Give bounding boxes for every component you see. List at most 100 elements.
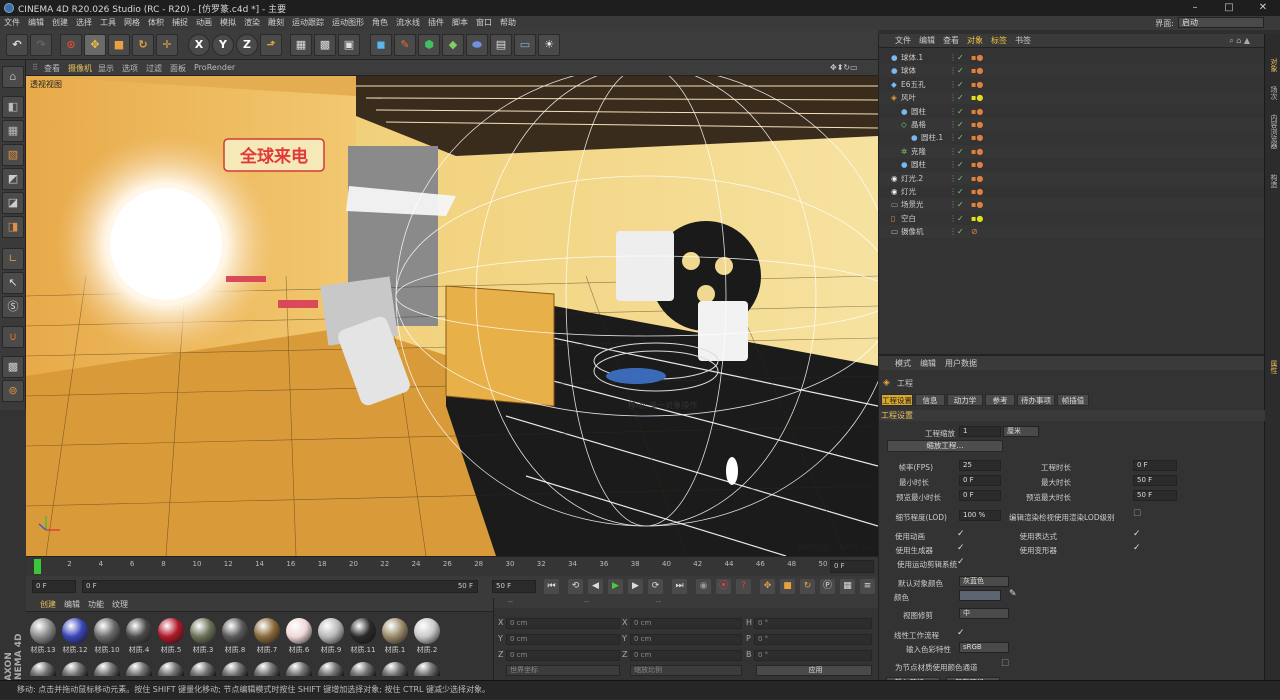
object-name[interactable]: 灯光 — [901, 185, 916, 198]
object-name[interactable]: 摄像机 — [901, 225, 924, 238]
y-axis-icon[interactable]: Y — [212, 34, 234, 56]
editor-visibility-dots-icon[interactable]: ⋮ — [949, 64, 957, 77]
tab-reference[interactable]: 参考 — [985, 394, 1015, 406]
object-name[interactable]: 圆柱.1 — [921, 131, 943, 144]
menu-mesh[interactable]: 网格 — [120, 16, 144, 30]
menu-simulate[interactable]: 模拟 — [216, 16, 240, 30]
menu-file[interactable]: 文件 — [0, 16, 24, 30]
render-settings-icon[interactable]: ▣ — [338, 34, 360, 56]
material-item[interactable]: 材质.5 — [156, 616, 186, 656]
start-frame-field[interactable]: 0 F — [32, 580, 76, 593]
undo-icon[interactable]: ↶ — [6, 34, 28, 56]
object-tag-icon[interactable]: ▪● — [971, 105, 983, 118]
key-param-icon[interactable]: Ⓟ — [820, 579, 835, 594]
pos-y-field[interactable]: 0 cm — [506, 634, 620, 645]
tab-info[interactable]: 信息 — [915, 394, 945, 406]
rotate-icon[interactable]: ↻ — [132, 34, 154, 56]
object-menu-view[interactable]: 查看 — [943, 35, 959, 46]
pos-x-field[interactable]: 0 cm — [506, 618, 620, 629]
material-item[interactable]: 材质.3 — [188, 616, 218, 656]
editor-visibility-dots-icon[interactable]: ⋮ — [949, 78, 957, 91]
menu-select[interactable]: 选择 — [72, 16, 96, 30]
material-item[interactable]: 材质.4 — [124, 616, 154, 656]
lock-workplane-icon[interactable]: ▩ — [2, 356, 24, 378]
object-row[interactable]: ● 圆柱 ⋮ ✓ ▪● — [879, 105, 1265, 118]
default-object-color-select[interactable]: 灰蓝色 — [959, 576, 1009, 587]
x-axis-icon[interactable]: X — [188, 34, 210, 56]
material-item[interactable]: 材质.8 — [220, 616, 250, 656]
play-icon[interactable]: ▶ — [608, 579, 623, 594]
object-tag-icon[interactable]: ▪● — [971, 212, 983, 225]
min-time-field[interactable]: 0 F — [959, 475, 1001, 486]
viewport-menu-view[interactable]: 查看 — [44, 63, 60, 74]
points-mode-icon[interactable]: ◩ — [2, 168, 24, 190]
key-position-icon[interactable]: ✥ — [760, 579, 775, 594]
project-unit-select[interactable]: 厘米 — [1003, 426, 1039, 437]
duration-field[interactable]: 0 F — [1133, 460, 1177, 471]
menu-character[interactable]: 角色 — [368, 16, 392, 30]
goto-end-icon[interactable]: ⏭ — [672, 579, 687, 594]
tab-content-browser[interactable]: 内容浏览器 — [1267, 114, 1279, 149]
render-picture-viewer-icon[interactable]: ▩ — [314, 34, 336, 56]
subdivision-icon[interactable]: ⬢ — [418, 34, 440, 56]
menu-render[interactable]: 渲染 — [240, 16, 264, 30]
pos-z-field[interactable]: 0 cm — [506, 650, 620, 661]
project-scale-field[interactable]: 1 — [959, 426, 1001, 437]
object-name[interactable]: 场景光 — [901, 198, 924, 211]
material-item[interactable]: 材质.13 — [28, 616, 58, 656]
keyframe-selection-icon[interactable]: ? — [736, 579, 751, 594]
make-editable-icon[interactable]: ⌂ — [2, 66, 24, 88]
camera-icon[interactable]: ▭ — [514, 34, 536, 56]
material-menu-create[interactable]: 创建 — [40, 599, 56, 610]
object-name[interactable]: 风叶 — [901, 91, 916, 104]
visibility-check-icon[interactable]: ✓ — [957, 91, 964, 104]
menu-sculpt[interactable]: 雕刻 — [264, 16, 288, 30]
material-item[interactable]: 材质.7 — [252, 616, 282, 656]
object-row[interactable]: ◉ 灯光 ⋮ ✓ ▪● — [879, 185, 1265, 198]
visibility-check-icon[interactable]: ✓ — [957, 185, 964, 198]
move-icon[interactable]: ✥ — [84, 34, 106, 56]
visibility-check-icon[interactable]: ✓ — [957, 118, 964, 131]
timeline-ruler[interactable]: 0246810121416182022242628303234363840424… — [26, 556, 878, 576]
visibility-check-icon[interactable]: ✓ — [957, 78, 964, 91]
object-name[interactable]: 灯光.2 — [901, 172, 923, 185]
edges-mode-icon[interactable]: ◪ — [2, 192, 24, 214]
viewport-menu-panel[interactable]: 面板 — [170, 63, 186, 74]
editor-visibility-dots-icon[interactable]: ⋮ — [949, 158, 957, 171]
input-color-profile-select[interactable]: sRGB — [959, 642, 1009, 653]
range-slider[interactable]: 0 F 50 F — [82, 580, 478, 593]
render-lod-checkbox[interactable]: ☐ — [1133, 509, 1141, 519]
current-frame-field[interactable]: 0 F — [830, 560, 874, 573]
record-icon[interactable]: ◉ — [696, 579, 711, 594]
view-clip-select[interactable]: 中 — [959, 608, 1009, 619]
polygons-mode-icon[interactable]: ◨ — [2, 216, 24, 238]
linear-workflow-checkbox[interactable]: ✓ — [957, 628, 965, 638]
apply-button[interactable]: 应用 — [756, 665, 872, 676]
visibility-check-icon[interactable]: ✓ — [957, 198, 964, 211]
editor-visibility-dots-icon[interactable]: ⋮ — [949, 212, 957, 225]
visibility-check-icon[interactable]: ✓ — [957, 64, 964, 77]
object-row[interactable]: ● 球体.1 ⋮ ✓ ▪● — [879, 51, 1265, 64]
menu-help[interactable]: 帮助 — [496, 16, 520, 30]
object-row[interactable]: ● 圆柱.1 ⋮ ✓ ▪● — [879, 131, 1265, 144]
material-item[interactable]: 材质.9 — [316, 616, 346, 656]
viewport-menu-display[interactable]: 显示 — [98, 63, 114, 74]
menu-animate[interactable]: 动画 — [192, 16, 216, 30]
visibility-check-icon[interactable]: ✓ — [957, 145, 964, 158]
object-row[interactable]: ● 球体 ⋮ ✓ ▪● — [879, 64, 1265, 78]
menu-script[interactable]: 脚本 — [448, 16, 472, 30]
model-mode-icon[interactable]: ◧ — [2, 96, 24, 118]
object-row[interactable]: ▭ 摄像机 ⋮ ✓ ⊘ — [879, 225, 1265, 239]
menu-snap[interactable]: 捕捉 — [168, 16, 192, 30]
preview-max-field[interactable]: 50 F — [1133, 490, 1177, 501]
scale-mode-select[interactable]: 缩放比例 — [630, 665, 742, 676]
snap-icon[interactable]: Ⓢ — [2, 296, 24, 318]
visibility-check-icon[interactable]: ✓ — [957, 225, 964, 238]
max-time-field[interactable]: 50 F — [1133, 475, 1177, 486]
object-menu-bookmarks[interactable]: 书签 — [1015, 35, 1031, 46]
color-swatch[interactable] — [959, 590, 1001, 601]
use-motion-system-checkbox[interactable]: ✓ — [957, 557, 965, 567]
menu-mograph[interactable]: 运动图形 — [328, 16, 368, 30]
menu-volume[interactable]: 体积 — [144, 16, 168, 30]
coord-mode-select[interactable]: 世界坐标 — [506, 665, 620, 676]
